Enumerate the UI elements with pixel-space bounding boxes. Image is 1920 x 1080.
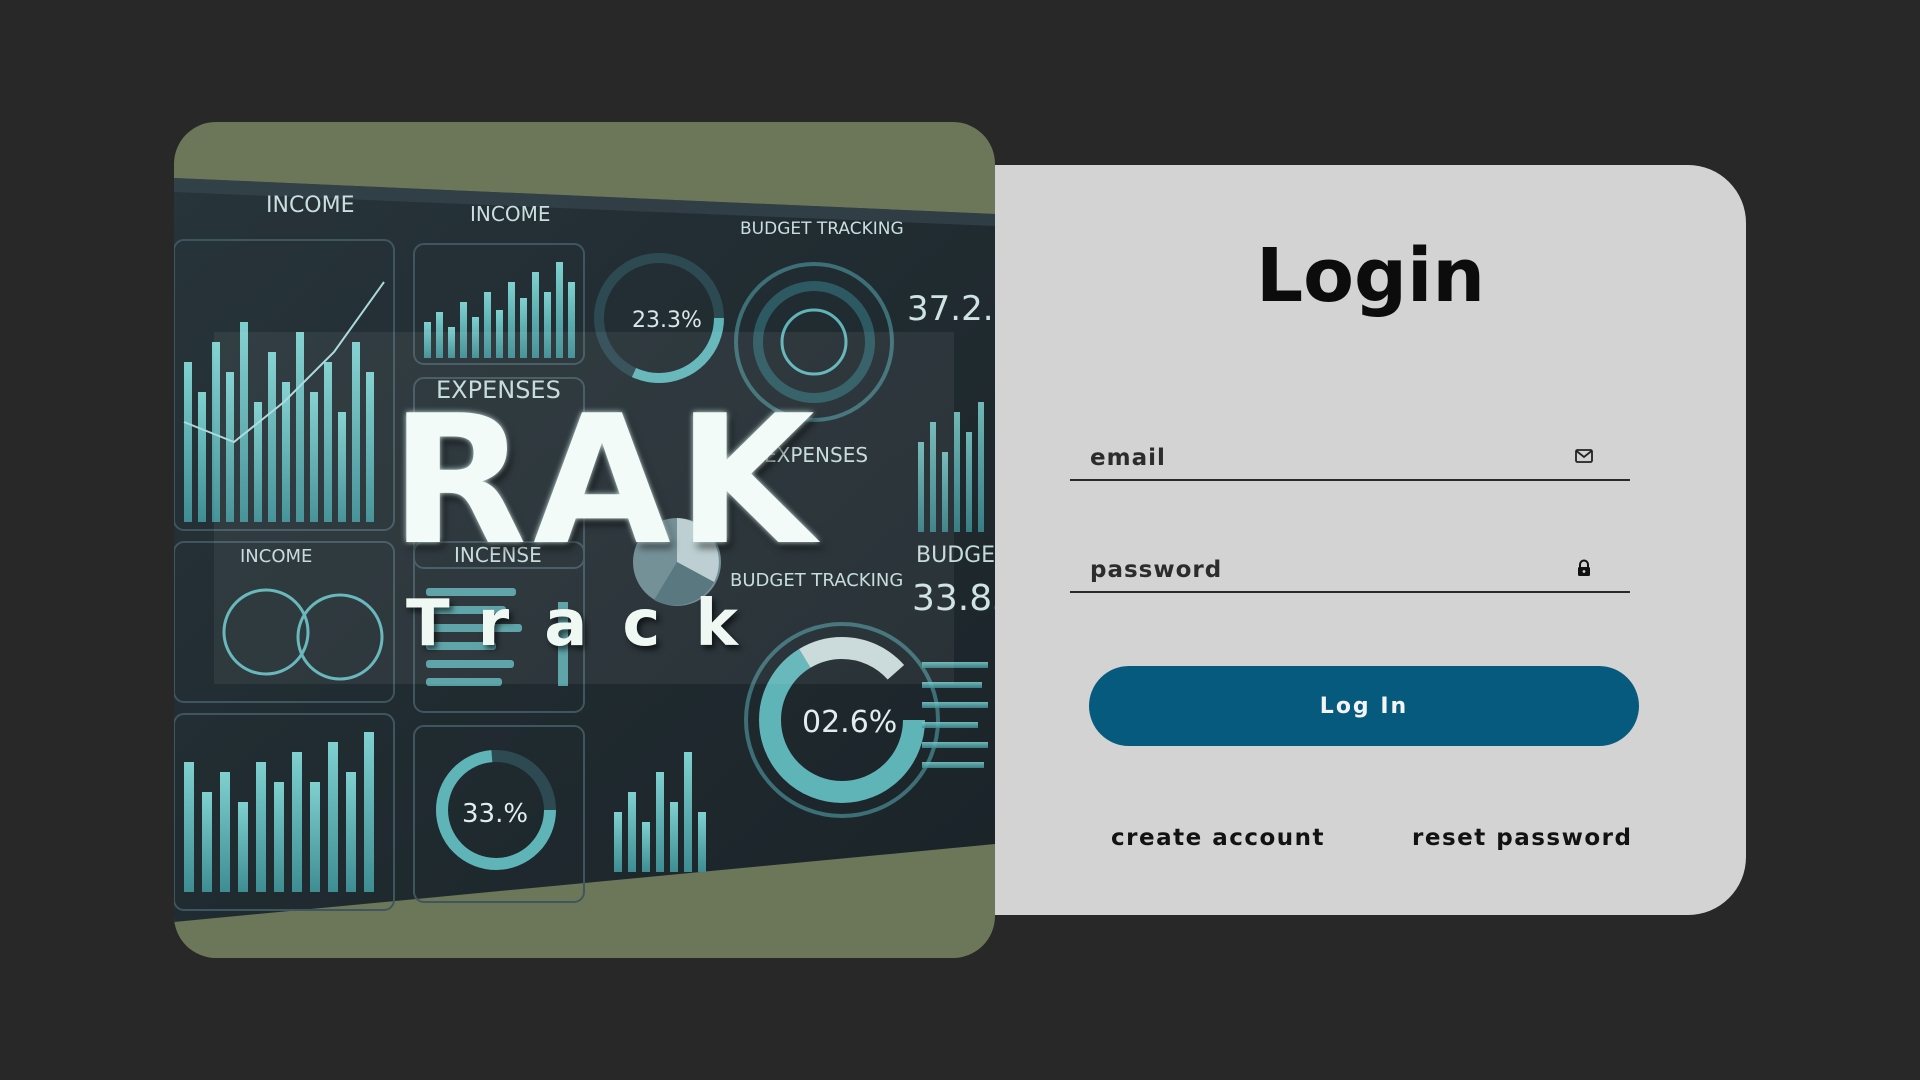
password-input[interactable] — [1088, 551, 1572, 589]
svg-text:33.%: 33.% — [462, 799, 528, 829]
login-button[interactable]: Log In — [1089, 666, 1639, 746]
login-title: Login — [1255, 233, 1485, 319]
email-field — [1070, 435, 1630, 481]
brand-sub-text: Track — [406, 587, 773, 661]
reset-password-link[interactable]: reset password — [1412, 825, 1632, 851]
create-account-link[interactable]: create account — [1111, 825, 1325, 851]
password-field — [1070, 547, 1630, 593]
email-input[interactable] — [1088, 439, 1572, 477]
bg-label-budget-tracking: BUDGET TRACKING — [740, 219, 904, 239]
login-panel: Login Log In create account reset passwo… — [995, 165, 1746, 915]
bg-label-income: INCOME — [266, 193, 355, 218]
mail-icon — [1575, 449, 1593, 463]
hero-panel: INCOME INCOME BUDGET TRACKING 23.3% 02.6… — [174, 122, 995, 958]
bg-label-income-2: INCOME — [470, 202, 550, 226]
brand-main-text: RAK — [390, 377, 821, 584]
svg-text:23.3%: 23.3% — [632, 308, 702, 333]
svg-text:37.2.9: 37.2.9 — [907, 289, 995, 329]
lock-icon — [1578, 559, 1590, 576]
svg-text:02.6%: 02.6% — [802, 705, 897, 740]
